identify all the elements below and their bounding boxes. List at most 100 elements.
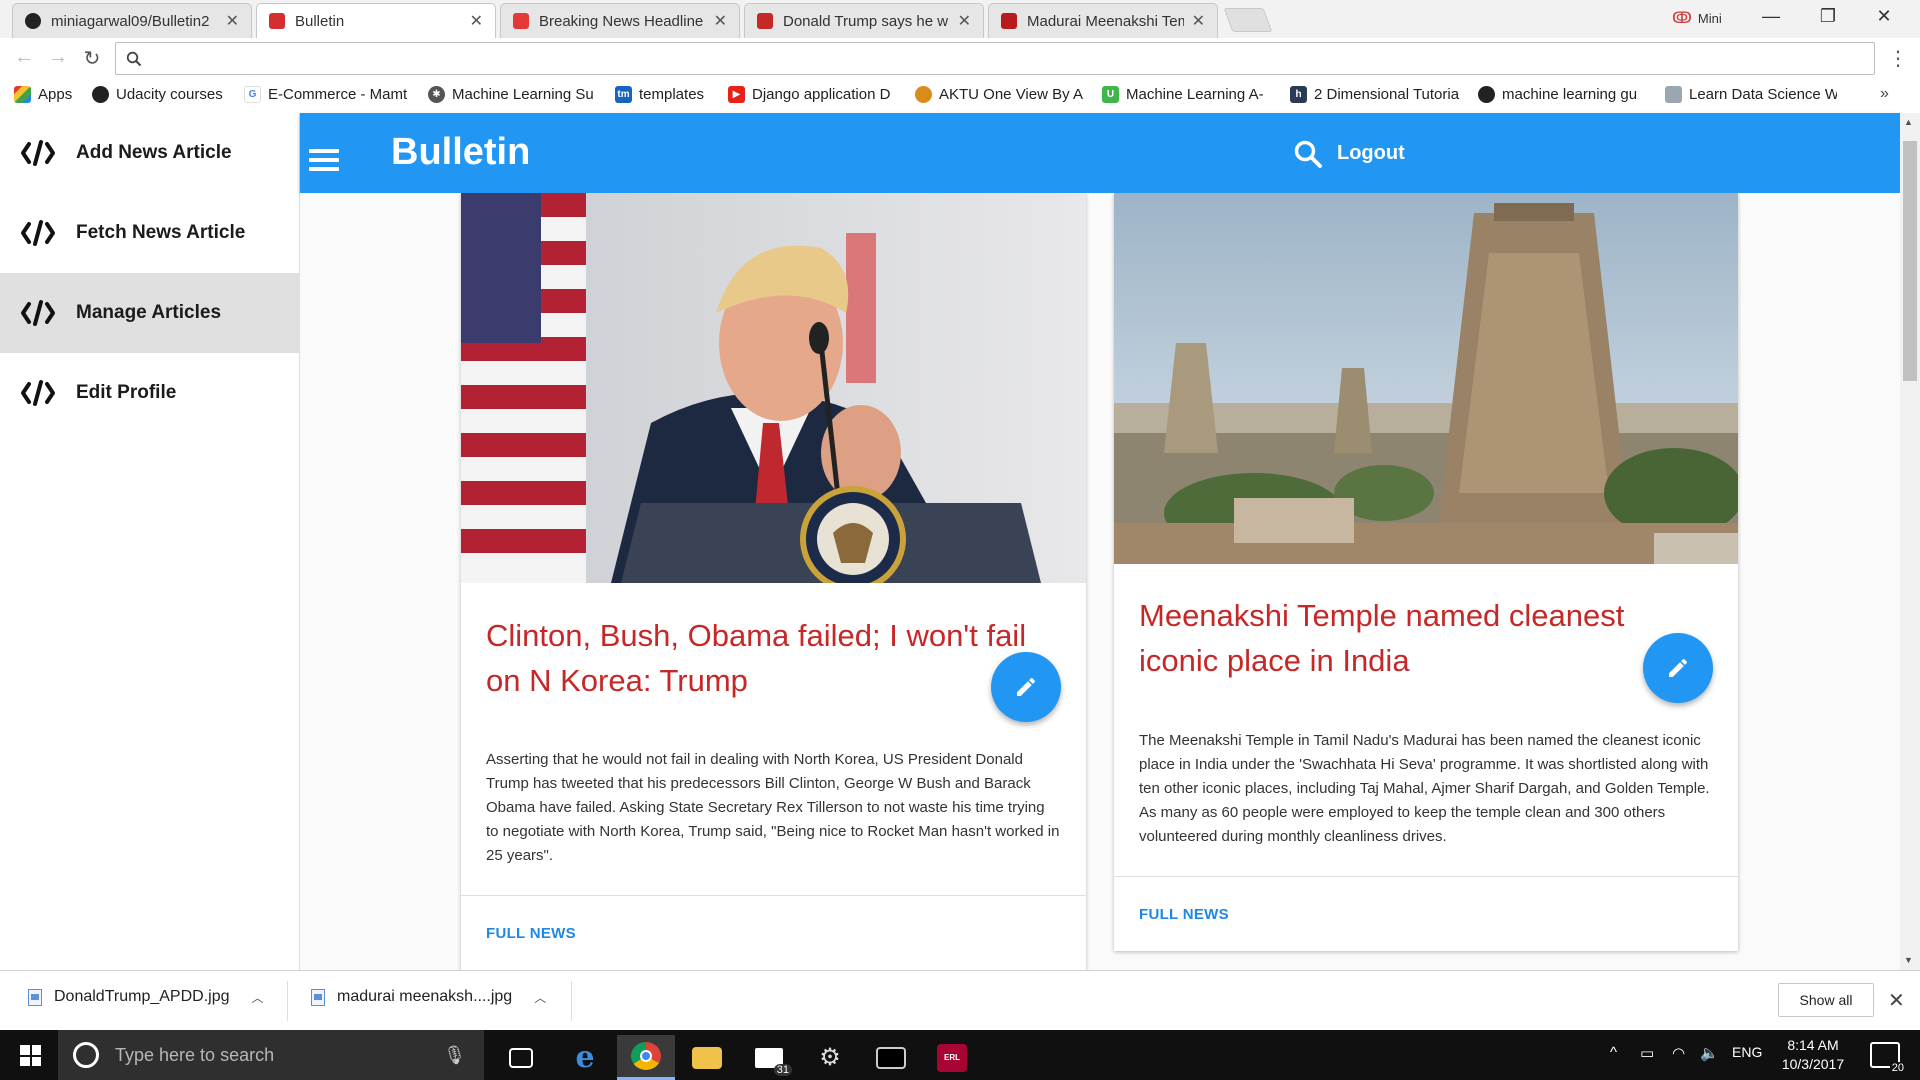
- minimize-button[interactable]: —: [1756, 6, 1786, 27]
- restore-button[interactable]: ❐: [1813, 6, 1843, 27]
- reload-icon[interactable]: ↻: [80, 46, 104, 71]
- bookmark-django[interactable]: ▶ Django application D: [728, 86, 898, 103]
- bookmark-ecommerce[interactable]: G E-Commerce - Mamt: [244, 86, 412, 103]
- close-icon[interactable]: ✕: [958, 11, 971, 31]
- article-title: Clinton, Bush, Obama failed; I won't fai…: [486, 618, 1027, 698]
- sidebar-item-label: Add News Article: [76, 142, 232, 163]
- close-icon[interactable]: ✕: [714, 11, 727, 31]
- volume-icon[interactable]: 🔈: [1700, 1044, 1719, 1062]
- bookmark-udacity[interactable]: Udacity courses: [92, 86, 232, 103]
- bookmark-label: Udacity courses: [116, 86, 223, 103]
- divider: [287, 981, 288, 1021]
- bookmark-label: Apps: [38, 86, 73, 103]
- new-tab-button[interactable]: [1223, 8, 1273, 32]
- time: 8:14 AM: [1787, 1037, 1839, 1053]
- more-options-icon[interactable]: ⋮: [1888, 46, 1908, 71]
- bookmark-label: templates: [639, 86, 705, 103]
- article-title: Meenakshi Temple named cleanest iconic p…: [1139, 598, 1625, 678]
- bookmark-2d-tutorial[interactable]: h 2 Dimensional Tutoria: [1290, 86, 1464, 103]
- article-image: [461, 193, 1086, 583]
- file-explorer-icon[interactable]: [678, 1035, 736, 1080]
- battery-icon[interactable]: ▭: [1640, 1044, 1654, 1062]
- bookmark-data-science[interactable]: Learn Data Science W: [1665, 86, 1837, 103]
- bookmark-ml-summary[interactable]: ✱ Machine Learning Su: [428, 86, 600, 103]
- bookmark-templates[interactable]: tm templates: [615, 86, 715, 103]
- show-all-downloads-button[interactable]: Show all: [1778, 983, 1874, 1017]
- bookmark-aktu[interactable]: AKTU One View By A: [915, 86, 1087, 103]
- card-divider: [1114, 876, 1738, 877]
- bookmark-ml-guide[interactable]: machine learning gu: [1478, 86, 1650, 103]
- udemy-icon: U: [1102, 86, 1119, 103]
- sidebar-item-add-article[interactable]: Add News Article: [0, 113, 299, 193]
- image-icon: [1665, 86, 1682, 103]
- edit-article-button[interactable]: [991, 652, 1061, 722]
- terminal-icon[interactable]: [862, 1035, 920, 1080]
- news-icon: [1001, 13, 1017, 29]
- microphone-icon[interactable]: 🎙: [443, 1045, 466, 1066]
- tab-trump-news[interactable]: Donald Trump says he w ✕: [744, 3, 984, 38]
- date: 10/3/2017: [1781, 1056, 1845, 1072]
- chevron-up-icon[interactable]: ^: [1610, 1044, 1617, 1061]
- hamburger-menu-icon[interactable]: [309, 149, 339, 171]
- tab-github[interactable]: miniagarwal09/Bulletin2 ✕: [12, 3, 252, 38]
- forward-arrow-icon[interactable]: →: [46, 46, 70, 69]
- chevron-up-icon[interactable]: ︿: [534, 989, 546, 1006]
- settings-gear-icon[interactable]: ⚙: [801, 1035, 859, 1080]
- full-news-link[interactable]: FULL NEWS: [486, 925, 576, 942]
- bookmark-ml-a[interactable]: U Machine Learning A-: [1102, 86, 1274, 103]
- back-arrow-icon[interactable]: ←: [12, 46, 36, 69]
- search-icon[interactable]: [1293, 139, 1323, 169]
- download-filename: DonaldTrump_APDD.jpg: [54, 988, 230, 1005]
- taskbar-search[interactable]: Type here to search 🎙: [58, 1030, 484, 1080]
- github-icon: [1478, 86, 1495, 103]
- divider: [571, 981, 572, 1021]
- edge-icon[interactable]: e: [556, 1035, 614, 1080]
- bookmark-label: Django application D: [752, 86, 891, 103]
- scrollbar-thumb[interactable]: [1903, 141, 1917, 381]
- mail-badge: 31: [773, 1064, 792, 1076]
- page-scrollbar[interactable]: ▲ ▼: [1900, 113, 1920, 970]
- language-indicator[interactable]: ENG: [1732, 1044, 1762, 1060]
- close-icon[interactable]: ✕: [1888, 988, 1905, 1013]
- more-bookmarks-button[interactable]: »: [1880, 85, 1889, 103]
- full-news-link[interactable]: FULL NEWS: [1139, 906, 1229, 923]
- tab-breaking-news[interactable]: Breaking News Headline ✕: [500, 3, 740, 38]
- sidebar-item-fetch-article[interactable]: Fetch News Article: [0, 193, 299, 273]
- clock[interactable]: 8:14 AM 10/3/2017: [1768, 1036, 1858, 1074]
- bookmark-apps[interactable]: Apps: [14, 86, 72, 103]
- youtube-icon: ▶: [728, 86, 745, 103]
- tab-bulletin[interactable]: Bulletin ✕: [256, 3, 496, 38]
- code-icon: [21, 140, 55, 166]
- chrome-icon[interactable]: [617, 1035, 675, 1080]
- erlang-icon[interactable]: ERL: [923, 1035, 981, 1080]
- sidebar-item-manage-articles[interactable]: Manage Articles: [0, 273, 299, 353]
- chevron-up-icon[interactable]: ︿: [251, 989, 263, 1006]
- h-icon: h: [1290, 86, 1307, 103]
- mail-icon[interactable]: 31: [740, 1035, 798, 1080]
- download-item[interactable]: DonaldTrump_APDD.jpg ︿: [28, 988, 264, 1006]
- sidebar-nav: Add News Article Fetch News Article Mana…: [0, 113, 300, 970]
- close-icon[interactable]: ✕: [1192, 11, 1205, 31]
- tab-title: Breaking News Headline: [539, 12, 704, 30]
- wifi-icon[interactable]: ◠: [1672, 1044, 1685, 1062]
- notifications-icon[interactable]: 20: [1870, 1042, 1906, 1074]
- close-icon[interactable]: ✕: [470, 11, 483, 31]
- pencil-icon: [1017, 677, 1036, 696]
- logout-button[interactable]: Logout: [1337, 142, 1405, 165]
- scroll-up-icon[interactable]: ▲: [1904, 117, 1913, 127]
- tab-madurai[interactable]: Madurai Meenakshi Tem ✕: [988, 3, 1218, 38]
- window-close-button[interactable]: ✕: [1869, 6, 1899, 27]
- sidebar-item-edit-profile[interactable]: Edit Profile: [0, 353, 299, 433]
- windows-start-icon[interactable]: [20, 1045, 41, 1066]
- close-icon[interactable]: ✕: [226, 11, 239, 31]
- edit-article-button[interactable]: [1643, 633, 1713, 703]
- app-brand[interactable]: Bulletin: [391, 131, 530, 174]
- address-bar[interactable]: [115, 42, 1875, 75]
- profile-name: Mini: [1697, 10, 1722, 26]
- download-item[interactable]: madurai meenaksh....jpg ︿: [311, 988, 546, 1006]
- article-body: The Meenakshi Temple in Tamil Nadu's Mad…: [1139, 732, 1710, 845]
- profile-button[interactable]: ↂ Mini: [1672, 8, 1722, 28]
- scroll-down-icon[interactable]: ▼: [1904, 955, 1913, 965]
- tab-title: miniagarwal09/Bulletin2: [51, 12, 210, 30]
- task-view-icon[interactable]: [492, 1035, 550, 1080]
